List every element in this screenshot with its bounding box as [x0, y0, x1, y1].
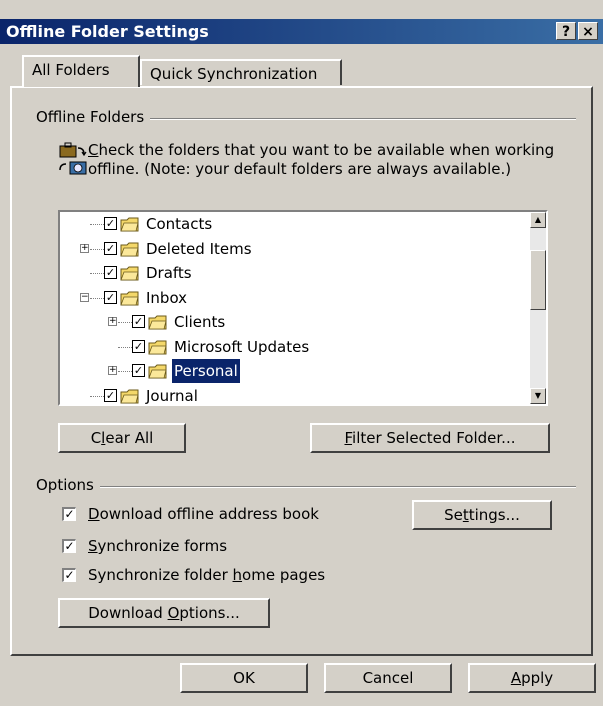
- tree-row[interactable]: ✓ Contacts: [60, 212, 530, 236]
- folder-checkbox[interactable]: ✓: [132, 339, 145, 353]
- folder-checkbox[interactable]: ✓: [132, 315, 145, 328]
- inbox-icon: [120, 291, 139, 305]
- tree-connector: [90, 224, 104, 225]
- close-button[interactable]: ×: [578, 22, 598, 40]
- tree-row[interactable]: ✓ Drafts: [60, 261, 530, 285]
- options-divider: [36, 486, 576, 488]
- folder-label[interactable]: Clients: [172, 310, 227, 334]
- clear-all-button[interactable]: Clear All: [58, 423, 186, 453]
- expand-icon[interactable]: +: [108, 366, 117, 375]
- folder-label[interactable]: Contacts: [144, 212, 214, 236]
- scroll-thumb[interactable]: [530, 250, 546, 310]
- tree-connector: [118, 346, 132, 348]
- tree-scrollbar[interactable]: ▲ ▼: [530, 212, 546, 404]
- tree-connector: [90, 248, 104, 250]
- window-title: Offline Folder Settings: [6, 22, 209, 41]
- folder-checkbox[interactable]: ✓: [104, 290, 117, 304]
- folder-checkbox[interactable]: ✓: [104, 388, 117, 402]
- dialog-window: Offline Folder Settings ? × All Folders …: [0, 0, 603, 706]
- cancel-button[interactable]: Cancel: [324, 663, 452, 693]
- synchronize-home-pages-checkbox[interactable]: ✓: [62, 568, 76, 582]
- tree-connector: [118, 322, 132, 323]
- folder-checkbox[interactable]: ✓: [104, 241, 117, 255]
- collapse-icon[interactable]: −: [80, 292, 89, 302]
- scroll-down-button[interactable]: ▼: [530, 388, 546, 404]
- synchronize-forms-checkbox[interactable]: ✓: [62, 539, 76, 553]
- expand-icon[interactable]: +: [108, 317, 117, 326]
- deleted-items-icon: [120, 242, 139, 256]
- synchronize-briefcase-icon: [59, 142, 87, 175]
- folder-tree[interactable]: ✓ Contacts + ✓ Deleted Items ✓ Drafts − ✓ Inbox + ✓…: [58, 210, 548, 406]
- tree-row[interactable]: ✓ Microsoft Updates: [60, 335, 530, 359]
- folder-icon: [148, 364, 167, 379]
- offline-folders-description: Check the folders that you want to be av…: [88, 141, 555, 178]
- tree-connector: [90, 273, 104, 274]
- tree-connector: [118, 371, 132, 372]
- help-button[interactable]: ?: [556, 22, 576, 40]
- contacts-icon: [120, 217, 139, 232]
- tree-row[interactable]: + ✓ Deleted Items: [60, 237, 530, 261]
- title-bar: Offline Folder Settings ? ×: [0, 19, 603, 44]
- tree-row[interactable]: − ✓ Inbox: [60, 286, 530, 310]
- folder-label[interactable]: Microsoft Updates: [172, 335, 311, 359]
- tab-quick-synchronization[interactable]: Quick Synchronization: [140, 59, 342, 85]
- folder-label[interactable]: Personal: [171, 358, 241, 384]
- tree-connector: [90, 395, 104, 397]
- folder-icon: [148, 315, 167, 330]
- download-options-button[interactable]: Download Options...: [58, 598, 270, 628]
- folder-checkbox[interactable]: ✓: [104, 266, 117, 279]
- download-address-book-label: Download offline address book: [88, 505, 319, 523]
- expand-icon[interactable]: +: [80, 243, 89, 253]
- folder-label[interactable]: Drafts: [144, 261, 194, 285]
- apply-button[interactable]: Apply: [468, 663, 596, 693]
- journal-icon: [120, 389, 139, 403]
- options-group-label: Options: [36, 476, 100, 494]
- folder-icon: [148, 340, 167, 354]
- tab-all-folders[interactable]: All Folders: [22, 55, 140, 87]
- synchronize-home-pages-label: Synchronize folder home pages: [88, 566, 326, 584]
- scroll-up-button[interactable]: ▲: [530, 212, 546, 228]
- folder-label[interactable]: Deleted Items: [144, 237, 254, 261]
- offline-folders-group-label: Offline Folders: [36, 108, 151, 126]
- ok-button[interactable]: OK: [180, 663, 308, 693]
- tree-connector: [90, 297, 104, 299]
- folder-checkbox[interactable]: ✓: [104, 217, 117, 230]
- drafts-icon: [120, 266, 139, 281]
- download-address-book-checkbox[interactable]: ✓: [62, 507, 76, 521]
- folder-label[interactable]: Journal: [144, 384, 200, 405]
- folder-label[interactable]: Inbox: [144, 286, 189, 310]
- tree-row[interactable]: ✓ Journal: [60, 384, 530, 405]
- folder-checkbox[interactable]: ✓: [132, 364, 145, 377]
- synchronize-forms-label: Synchronize forms: [88, 537, 228, 555]
- settings-button[interactable]: Settings...: [412, 500, 552, 530]
- tree-row[interactable]: + ✓ Personal: [60, 358, 530, 384]
- tree-row[interactable]: + ✓ Clients: [60, 310, 530, 334]
- filter-selected-folder-button[interactable]: Filter Selected Folder...: [310, 423, 550, 453]
